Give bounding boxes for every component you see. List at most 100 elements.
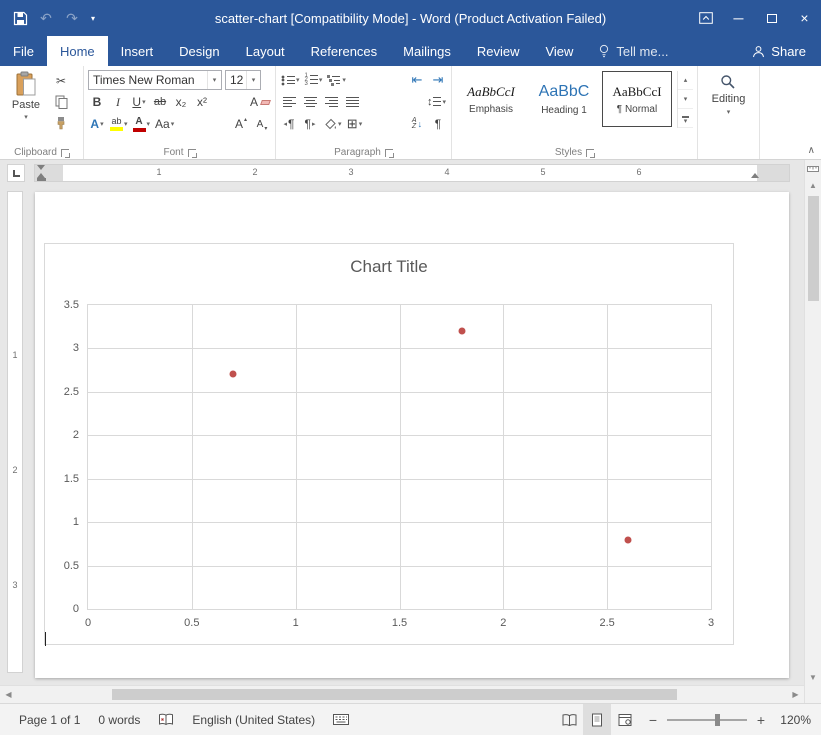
- styles-more-button[interactable]: ▾: [678, 109, 693, 128]
- style-heading-1[interactable]: AaBbC Heading 1: [529, 71, 599, 127]
- close-button[interactable]: ×: [788, 0, 821, 36]
- editing-button[interactable]: Editing ▾: [712, 74, 746, 116]
- minimize-button[interactable]: ─: [722, 0, 755, 36]
- align-left-button[interactable]: [280, 92, 298, 112]
- scroll-left-button[interactable]: ◀: [0, 686, 17, 703]
- sort-button[interactable]: AZ↓: [408, 114, 426, 134]
- zoom-out-button[interactable]: −: [647, 712, 659, 728]
- paste-button[interactable]: Paste ▾: [4, 69, 48, 133]
- change-case-button[interactable]: Aa▾: [154, 114, 175, 134]
- tab-mailings[interactable]: Mailings: [390, 36, 464, 66]
- read-mode-button[interactable]: [555, 704, 583, 735]
- decrease-indent-button[interactable]: ⇤: [408, 70, 426, 90]
- vertical-scroll-thumb[interactable]: [808, 196, 819, 301]
- redo-button[interactable]: ↷: [60, 5, 84, 31]
- font-size-combo[interactable]: 12 ▾: [225, 70, 261, 90]
- zoom-slider[interactable]: [667, 719, 747, 721]
- data-point[interactable]: [230, 371, 237, 378]
- left-to-right-button[interactable]: ◂¶: [280, 114, 298, 134]
- copy-button[interactable]: [52, 92, 70, 112]
- multilevel-list-button[interactable]: ▾: [326, 70, 347, 90]
- tab-view[interactable]: View: [532, 36, 586, 66]
- horizontal-ruler[interactable]: 1 2 3 4 5 6: [35, 165, 789, 181]
- tell-me-box[interactable]: Tell me...: [586, 36, 680, 66]
- chevron-down-icon[interactable]: ▾: [246, 71, 260, 89]
- shrink-font-button[interactable]: A▾: [253, 114, 271, 134]
- document-page[interactable]: Chart Title 00.511.522.5300.511.522.533.…: [35, 192, 789, 678]
- undo-button[interactable]: ↶: [34, 5, 58, 31]
- paragraph-dialog-launcher[interactable]: [385, 149, 393, 157]
- superscript-button[interactable]: x²: [193, 92, 211, 112]
- tab-home[interactable]: Home: [47, 36, 108, 66]
- cut-button[interactable]: ✂: [52, 71, 70, 91]
- tab-design[interactable]: Design: [166, 36, 232, 66]
- tab-selector-button[interactable]: [8, 165, 24, 181]
- align-center-button[interactable]: [301, 92, 319, 112]
- scroll-up-button[interactable]: ▲: [805, 177, 821, 194]
- increase-indent-button[interactable]: ⇥: [429, 70, 447, 90]
- style-normal[interactable]: AaBbCcI ¶ Normal: [602, 71, 672, 127]
- horizontal-scrollbar[interactable]: ◀ ▶: [0, 685, 821, 703]
- show-hide-formatting-button[interactable]: ¶: [429, 114, 447, 134]
- web-layout-button[interactable]: [611, 704, 639, 735]
- tab-layout[interactable]: Layout: [233, 36, 298, 66]
- vertical-scroll-track[interactable]: [805, 194, 821, 669]
- text-effects-button[interactable]: A▾: [88, 114, 106, 134]
- font-dialog-launcher[interactable]: [188, 149, 196, 157]
- data-point[interactable]: [624, 536, 631, 543]
- right-indent-marker[interactable]: [751, 173, 759, 178]
- right-to-left-button[interactable]: ¶▸: [301, 114, 319, 134]
- left-indent-marker[interactable]: [37, 178, 46, 181]
- font-name-combo[interactable]: Times New Roman ▾: [88, 70, 222, 90]
- styles-dialog-launcher[interactable]: [586, 149, 594, 157]
- language-button[interactable]: English (United States): [183, 704, 324, 735]
- styles-scroll-up-button[interactable]: ▴: [678, 71, 693, 90]
- first-line-indent-marker[interactable]: [37, 165, 45, 170]
- horizontal-scroll-thumb[interactable]: [112, 689, 677, 700]
- keyboard-indicator-button[interactable]: [324, 704, 358, 735]
- page-count-button[interactable]: Page 1 of 1: [10, 704, 89, 735]
- font-color-button[interactable]: A ▾: [132, 114, 152, 134]
- tab-review[interactable]: Review: [464, 36, 533, 66]
- grow-font-button[interactable]: A▴: [232, 114, 250, 134]
- ribbon-display-options-button[interactable]: [689, 0, 722, 36]
- line-spacing-button[interactable]: ↕▾: [426, 92, 447, 112]
- zoom-in-button[interactable]: +: [755, 712, 767, 728]
- borders-button[interactable]: ⊞▾: [346, 114, 364, 134]
- highlight-button[interactable]: ab ▾: [109, 114, 129, 134]
- tab-references[interactable]: References: [298, 36, 390, 66]
- maximize-button[interactable]: [755, 0, 788, 36]
- style-emphasis[interactable]: AaBbCcI Emphasis: [456, 71, 526, 127]
- chart[interactable]: Chart Title 00.511.522.5300.511.522.533.…: [44, 243, 734, 645]
- bullets-button[interactable]: ▾: [280, 70, 301, 90]
- scroll-right-button[interactable]: ▶: [787, 686, 804, 703]
- word-count-button[interactable]: 0 words: [89, 704, 149, 735]
- horizontal-scroll-track[interactable]: [17, 686, 787, 703]
- vertical-scrollbar[interactable]: ▲ ▼: [804, 160, 821, 686]
- chart-title[interactable]: Chart Title: [45, 257, 733, 277]
- clipboard-dialog-launcher[interactable]: [61, 149, 69, 157]
- proofing-status-button[interactable]: [149, 704, 183, 735]
- strikethrough-button[interactable]: ab: [151, 92, 169, 112]
- underline-button[interactable]: U▾: [130, 92, 148, 112]
- print-layout-button[interactable]: [583, 704, 611, 735]
- save-button[interactable]: [8, 5, 32, 31]
- clear-formatting-button[interactable]: A: [249, 92, 271, 112]
- zoom-level-button[interactable]: 120%: [775, 713, 811, 727]
- share-button[interactable]: Share: [737, 36, 821, 66]
- tab-insert[interactable]: Insert: [108, 36, 167, 66]
- ruler-toggle-button[interactable]: [805, 160, 821, 177]
- customize-quick-access-button[interactable]: ▾: [86, 5, 100, 31]
- justify-button[interactable]: [343, 92, 361, 112]
- data-point[interactable]: [458, 328, 465, 335]
- bold-button[interactable]: B: [88, 92, 106, 112]
- styles-scroll-down-button[interactable]: ▾: [678, 90, 693, 109]
- chart-plot-area[interactable]: 00.511.522.5300.511.522.533.5: [87, 304, 712, 610]
- shading-button[interactable]: ▾: [322, 114, 343, 134]
- scroll-down-button[interactable]: ▼: [805, 669, 821, 686]
- align-right-button[interactable]: [322, 92, 340, 112]
- chevron-down-icon[interactable]: ▾: [207, 71, 221, 89]
- vertical-ruler[interactable]: 1 2 3: [8, 192, 22, 672]
- numbering-button[interactable]: 1 2 3▾: [304, 70, 324, 90]
- collapse-ribbon-button[interactable]: ∧: [808, 145, 815, 156]
